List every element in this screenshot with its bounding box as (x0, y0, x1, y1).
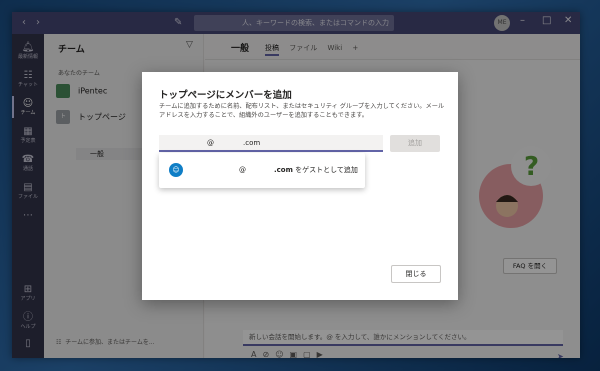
member-input[interactable]: @ .com (159, 135, 383, 152)
guest-avatar-icon: ☺ (169, 163, 183, 177)
close-button[interactable]: 閉じる (391, 265, 441, 283)
suggestion-list: ☺ @ .com をゲストとして追加 (159, 153, 365, 188)
dialog-description: チームに追加するために名前、配布リスト、またはセキュリティ グループを入力してく… (159, 103, 445, 119)
add-button[interactable]: 追加 (390, 135, 440, 152)
add-as-guest-option[interactable]: @ .com をゲストとして追加 (239, 165, 358, 175)
dialog-title: トップページにメンバーを追加 (159, 90, 292, 101)
add-member-dialog: トップページにメンバーを追加 チームに追加するために名前、配布リスト、またはセキ… (142, 72, 458, 300)
